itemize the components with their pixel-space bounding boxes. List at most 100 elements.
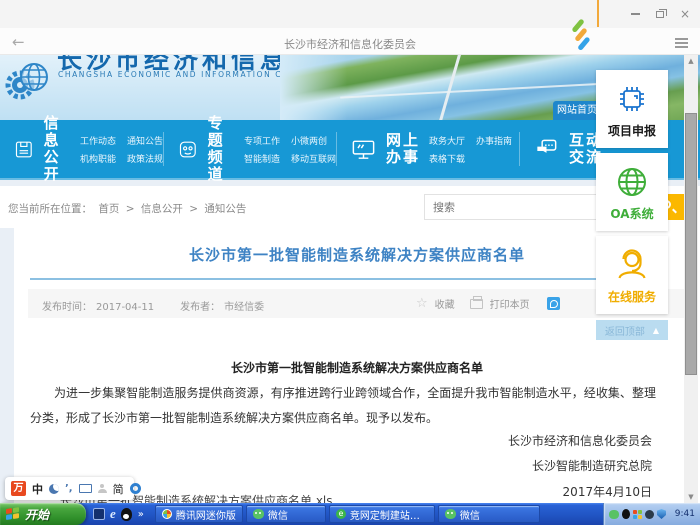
task-buttons: 腾讯网迷你版 微信 e 竞网定制建站管理... 微信 — [151, 505, 603, 523]
author: 市经信委 — [224, 302, 264, 313]
favorite-button[interactable]: 收藏 — [435, 296, 455, 311]
printer-icon[interactable] — [470, 299, 483, 309]
restore-icon[interactable] — [656, 11, 664, 18]
nav-sublink[interactable]: 专项工作 — [244, 134, 280, 147]
nav-sublink[interactable]: 办事指南 — [476, 134, 512, 147]
qq-icon[interactable] — [121, 508, 132, 521]
webpage: 长沙市经济和信息化委员会 CHANGSHA ECONOMIC AND INFOR… — [0, 55, 700, 503]
up-triangle-icon: ▲ — [653, 326, 659, 335]
signature-org-1: 长沙市经济和信息化委员会 — [508, 432, 652, 449]
screen: × ← 长沙市经济和信息化委员会 长沙市经济和信息化委员会 CHANGSHA E… — [0, 0, 700, 525]
task-label: 微信 — [268, 507, 288, 522]
start-label: 开始 — [25, 506, 49, 523]
share-icon[interactable] — [547, 297, 560, 310]
oa-system-button[interactable]: OA系统 — [596, 153, 668, 231]
nav-sublink[interactable]: 小微两创 — [291, 134, 336, 147]
nav-sublink[interactable]: 通知公告 — [127, 134, 163, 147]
ime-halfwidth-moon-icon[interactable] — [49, 484, 59, 494]
nav-item-special-channel[interactable]: 专题频道 专项工作 小微两创 智能制造 移动互联网 — [164, 120, 336, 178]
task-button-wechat-2[interactable]: 微信 — [438, 505, 540, 523]
article-paragraph: 为进一步集聚智能制造服务提供商资源，有序推进跨行业跨领域合作，全面提升我市智能制… — [30, 381, 656, 431]
task-label: 竞网定制建站管理... — [350, 507, 428, 522]
nav-sublink[interactable]: 政务大厅 — [429, 134, 465, 147]
globe-icon — [612, 162, 652, 202]
nav-item-info-disclosure[interactable]: 信息公开 工作动态 通知公告 机构职能 政策法规 — [0, 120, 163, 178]
task-button-tencent-mini[interactable]: 腾讯网迷你版 — [155, 505, 243, 523]
close-icon[interactable]: × — [680, 9, 690, 19]
task-label: 微信 — [460, 507, 480, 522]
ime-simplified-button[interactable]: 简 — [113, 481, 124, 497]
main-nav: 信息公开 工作动态 通知公告 机构职能 政策法规 专题频道 专项工作 小微两创 … — [0, 120, 700, 180]
ime-punctuation-button[interactable]: ’, — [65, 483, 73, 494]
breadcrumb-bar: 您当前所在位置： 首页 > 信息公开 > 通知公告 — [0, 186, 700, 228]
nav-item-online-affairs[interactable]: 网上办事 政务大厅 办事指南 表格下载 — [337, 120, 519, 178]
nav-sublink[interactable]: 工作动态 — [80, 134, 116, 147]
project-apply-button[interactable]: 项目申报 — [596, 70, 668, 148]
tray-shield-icon[interactable] — [657, 509, 666, 519]
nav-sublink[interactable]: 移动互联网 — [291, 152, 336, 165]
wechat-icon — [445, 509, 456, 519]
quick-launch-bar: e » — [86, 508, 151, 521]
tray-wechat-icon[interactable] — [609, 510, 619, 519]
scroll-up-arrow[interactable]: ▲ — [684, 57, 698, 65]
tray-colorgrid-icon[interactable] — [633, 510, 642, 519]
nav-title-line: 公开 — [44, 149, 71, 183]
nav-title-line: 信息 — [44, 115, 71, 149]
page-scrollbar[interactable]: ▲ ▼ — [684, 55, 698, 503]
nav-sublink[interactable]: 机构职能 — [80, 152, 116, 165]
start-button[interactable]: 开始 — [0, 503, 86, 525]
tray-qq-icon[interactable] — [622, 509, 630, 519]
ime-chinese-mode-button[interactable]: 中 — [32, 481, 43, 497]
show-desktop-icon[interactable] — [93, 508, 105, 520]
nav-title-line: 频道 — [208, 149, 235, 183]
minimize-icon[interactable] — [631, 13, 640, 15]
windows-logo-icon — [6, 507, 20, 522]
quick-launch-overflow-chevron[interactable]: » — [138, 509, 144, 520]
nav-title-line: 专题 — [208, 115, 235, 149]
article-meta-bar: 发布时间：2017-04-11发布者：市经信委 ☆ 收藏 打印本页 — [28, 289, 694, 318]
task-button-jingwang-admin[interactable]: e 竞网定制建站管理... — [329, 505, 435, 523]
online-service-label: 在线服务 — [608, 288, 656, 305]
nav-sublink[interactable]: 智能制造 — [244, 152, 280, 165]
title-divider — [30, 278, 652, 280]
breadcrumb-separator: > — [189, 203, 198, 215]
favorite-star-icon[interactable]: ☆ — [416, 296, 428, 311]
breadcrumb-separator: > — [126, 203, 135, 215]
scroll-down-arrow[interactable]: ▼ — [684, 493, 698, 501]
nav-sublink[interactable]: 表格下载 — [429, 152, 465, 165]
task-button-wechat-1[interactable]: 微信 — [246, 505, 326, 523]
back-to-top-button[interactable]: 返回顶部 ▲ — [596, 320, 668, 340]
channel-icon — [177, 136, 199, 163]
signature-date: 2017年4月10日 — [563, 483, 652, 500]
online-service-button[interactable]: 在线服务 — [596, 236, 668, 314]
nav-sublink[interactable]: 政策法规 — [127, 152, 163, 165]
chip-icon — [612, 79, 652, 119]
task-label: 腾讯网迷你版 — [176, 507, 236, 522]
system-tray: 9:41 — [603, 503, 700, 525]
back-to-top-label: 返回顶部 — [605, 323, 645, 338]
hamburger-menu-icon[interactable] — [675, 38, 688, 50]
ime-logo-icon[interactable]: 万 — [11, 481, 26, 496]
tray-security-icon[interactable] — [645, 510, 654, 519]
project-apply-label: 项目申报 — [608, 122, 656, 139]
publish-date: 2017-04-11 — [96, 302, 154, 313]
jingwang-icon: e — [336, 509, 346, 519]
breadcrumb-level2-link[interactable]: 通知公告 — [204, 203, 246, 215]
scrollbar-thumb[interactable] — [685, 113, 697, 375]
floppy-icon — [13, 136, 35, 163]
publish-date-label: 发布时间： — [42, 302, 92, 313]
site-home-button[interactable]: 网站首页 — [553, 101, 601, 120]
signature-org-2: 长沙智能制造研究总院 — [532, 457, 652, 474]
breadcrumb-level1-link[interactable]: 信息公开 — [141, 203, 183, 215]
breadcrumb-home-link[interactable]: 首页 — [98, 203, 119, 215]
internet-explorer-icon[interactable]: e — [110, 508, 116, 520]
headset-person-icon — [612, 245, 652, 285]
article-body-title: 长沙市第一批智能制造系统解决方案供应商名单 — [14, 359, 700, 376]
ime-account-icon[interactable] — [98, 484, 107, 493]
monitor-icon — [350, 136, 377, 163]
chat-bubbles-icon — [533, 136, 560, 163]
ime-keyboard-icon[interactable] — [79, 484, 92, 493]
article-meta: 发布时间：2017-04-11发布者：市经信委 — [42, 298, 268, 313]
ime-settings-gear-icon[interactable] — [130, 483, 141, 494]
print-button[interactable]: 打印本页 — [490, 296, 530, 311]
